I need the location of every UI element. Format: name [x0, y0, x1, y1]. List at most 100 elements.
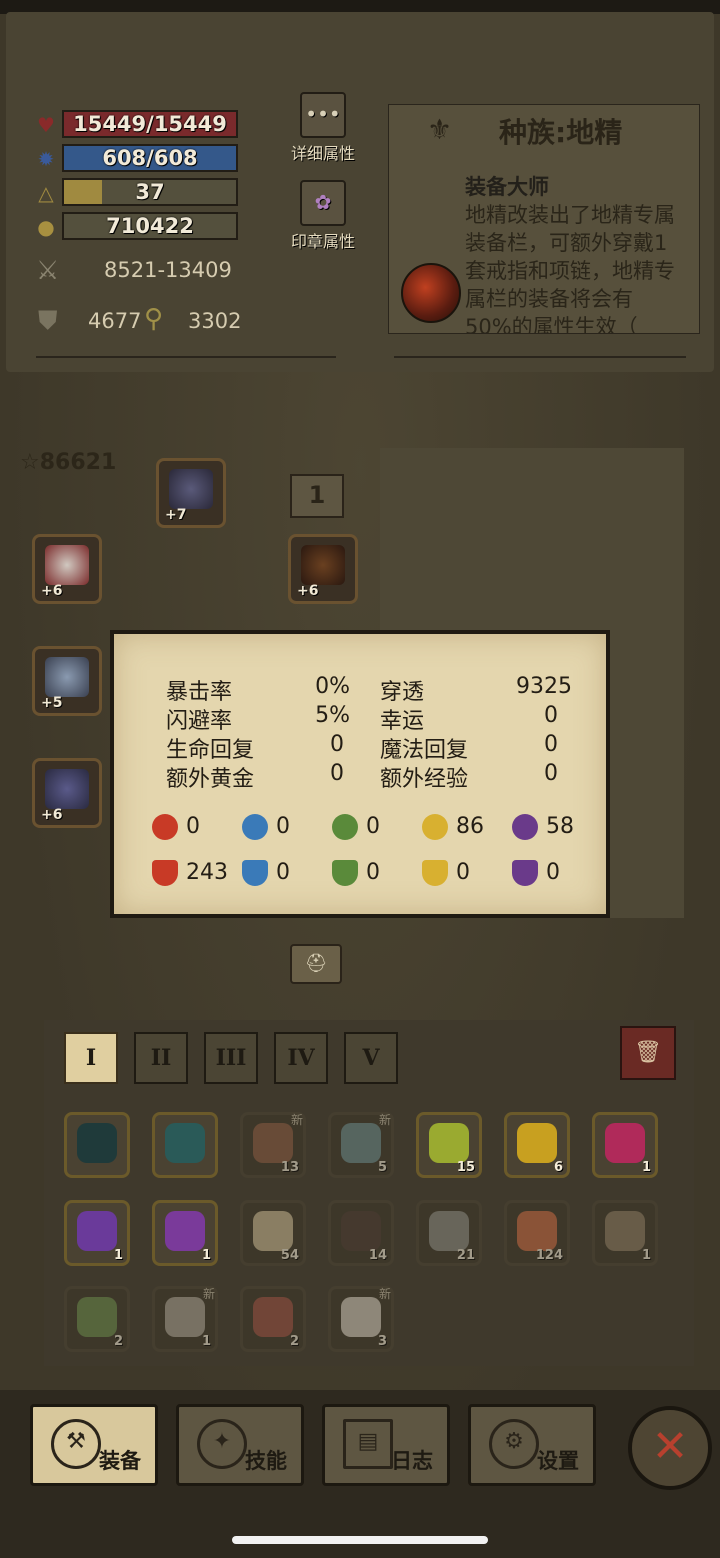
- pants-icon: [77, 1123, 117, 1163]
- inventory-item[interactable]: 1: [152, 1200, 218, 1266]
- light-attack: 86: [422, 814, 484, 840]
- inventory-item[interactable]: 1: [64, 1200, 130, 1266]
- inventory-item[interactable]: 2: [64, 1286, 130, 1352]
- equipment-set-number[interactable]: 1: [290, 474, 344, 518]
- new-badge: 新: [202, 1287, 215, 1301]
- inventory-item[interactable]: [152, 1112, 218, 1178]
- scroll-icon: [253, 1211, 293, 1251]
- inventory-item[interactable]: 新 13: [240, 1112, 306, 1178]
- swords-icon: ⚔: [36, 256, 60, 286]
- inventory-item[interactable]: 新5: [328, 1112, 394, 1178]
- mana-icon: ✹: [37, 147, 55, 171]
- bag-tab-3[interactable]: III: [204, 1032, 258, 1084]
- inventory-item[interactable]: 1: [592, 1112, 658, 1178]
- nav-skill-button[interactable]: ✦ 技能: [176, 1404, 304, 1486]
- seal-attributes-button[interactable]: ✿ 印章属性: [284, 180, 362, 252]
- item-count: 13: [280, 1160, 299, 1175]
- herb-icon: [77, 1297, 117, 1337]
- helmet-toggle-button[interactable]: ⛑: [290, 944, 342, 984]
- fire-resist: 243: [152, 860, 228, 886]
- item-count: 6: [553, 1160, 563, 1175]
- item-count: 1: [641, 1160, 651, 1175]
- close-icon: ✕: [651, 1421, 689, 1472]
- seal-attributes-label: 印章属性: [290, 232, 355, 251]
- shoulder-armor-icon: [45, 545, 89, 585]
- armor-slot[interactable]: +6: [288, 534, 358, 604]
- boots-icon: [165, 1123, 205, 1163]
- item-count: 3: [377, 1334, 387, 1349]
- green-potion-icon: [429, 1123, 469, 1163]
- divider-left: [36, 356, 336, 358]
- penetration-label: 穿透: [380, 680, 425, 705]
- bag-tab-4[interactable]: IV: [274, 1032, 328, 1084]
- axe-icon: ⚒: [51, 1419, 101, 1469]
- inventory-item[interactable]: [64, 1112, 130, 1178]
- dark-attack-value: 58: [546, 814, 574, 839]
- mp-value: 608/608: [102, 146, 198, 170]
- hp-regen-label: 生命回复: [166, 738, 255, 763]
- light-resist-icon: [422, 860, 448, 886]
- inventory-item[interactable]: 新3: [328, 1286, 394, 1352]
- doll-icon: [253, 1297, 293, 1337]
- item-count: 1: [113, 1248, 123, 1263]
- water-attack-value: 0: [276, 814, 290, 839]
- dark-resist-value: 0: [546, 860, 560, 885]
- item-count: 124: [535, 1248, 563, 1263]
- inventory-item[interactable]: 124: [504, 1200, 570, 1266]
- helmet-icon: ⛑: [304, 953, 328, 974]
- extra-exp-label: 额外经验: [380, 767, 469, 792]
- penetration-value: 9325: [516, 674, 572, 699]
- inventory-item[interactable]: 1: [592, 1200, 658, 1266]
- inventory-item[interactable]: 21: [416, 1200, 482, 1266]
- water-resist-value: 0: [276, 860, 290, 885]
- new-badge: 新: [378, 1113, 391, 1127]
- home-indicator[interactable]: [232, 1536, 488, 1544]
- inventory-item[interactable]: 14: [328, 1200, 394, 1266]
- dodge-rate-value: 5%: [315, 703, 350, 728]
- goblin-trait-icon: [401, 263, 461, 323]
- light-resist: 0: [422, 860, 470, 886]
- nav-settings-button[interactable]: ⚙ 设置: [468, 1404, 596, 1486]
- attribute-tooltip: 暴击率 0% 穿透 9325 闪避率 5% 幸运 0 生命回复 0 魔法回复 0…: [110, 630, 610, 918]
- light-resist-value: 0: [456, 860, 470, 885]
- enhance-level: +6: [41, 807, 63, 823]
- luck-label: 幸运: [380, 709, 425, 734]
- extra-gold-label: 额外黄金: [166, 767, 255, 792]
- item-count: 1: [641, 1248, 651, 1263]
- shoulder-slot[interactable]: +6: [32, 534, 102, 604]
- gloves-slot[interactable]: +6: [32, 758, 102, 828]
- gear-icon: ⚙: [489, 1419, 539, 1469]
- gold-value: 710422: [106, 214, 194, 238]
- trash-button[interactable]: 🗑: [620, 1026, 676, 1080]
- nav-log-button[interactable]: ▤ 日志: [322, 1404, 450, 1486]
- bag-tab-2[interactable]: II: [134, 1032, 188, 1084]
- new-badge: 新: [378, 1287, 391, 1301]
- flower-seal-icon: ✿: [300, 180, 346, 226]
- seeds-icon: [165, 1297, 205, 1337]
- inventory-item[interactable]: 2: [240, 1286, 306, 1352]
- nature-resist-icon: [332, 860, 358, 886]
- level-row: △ 37: [34, 178, 254, 208]
- hp-value: 15449/15449: [73, 112, 227, 136]
- close-button[interactable]: ✕: [628, 1406, 712, 1490]
- crit-rate-label: 暴击率: [166, 680, 233, 705]
- inventory-item[interactable]: 新1: [152, 1286, 218, 1352]
- nature-attack-value: 0: [366, 814, 380, 839]
- book-icon: [341, 1211, 381, 1251]
- skill-icon: ✦: [197, 1419, 247, 1469]
- inventory-item[interactable]: 15: [416, 1112, 482, 1178]
- dark-attack-icon: [512, 814, 538, 840]
- nature-resist: 0: [332, 860, 380, 886]
- race-emblem-icon: ⚜: [427, 113, 453, 146]
- item-count: 2: [289, 1334, 299, 1349]
- weapon-slot[interactable]: +5: [32, 646, 102, 716]
- mp-regen-label: 魔法回复: [380, 738, 469, 763]
- nav-equip-button[interactable]: ⚒ 装备: [30, 1404, 158, 1486]
- hp-regen-value: 0: [330, 732, 344, 757]
- bag-tab-1[interactable]: I: [64, 1032, 118, 1084]
- inventory-item[interactable]: 6: [504, 1112, 570, 1178]
- inventory-item[interactable]: 54: [240, 1200, 306, 1266]
- helmet-slot[interactable]: +7: [156, 458, 226, 528]
- bag-tab-5[interactable]: V: [344, 1032, 398, 1084]
- detail-attributes-button[interactable]: ••• 详细属性: [284, 92, 362, 164]
